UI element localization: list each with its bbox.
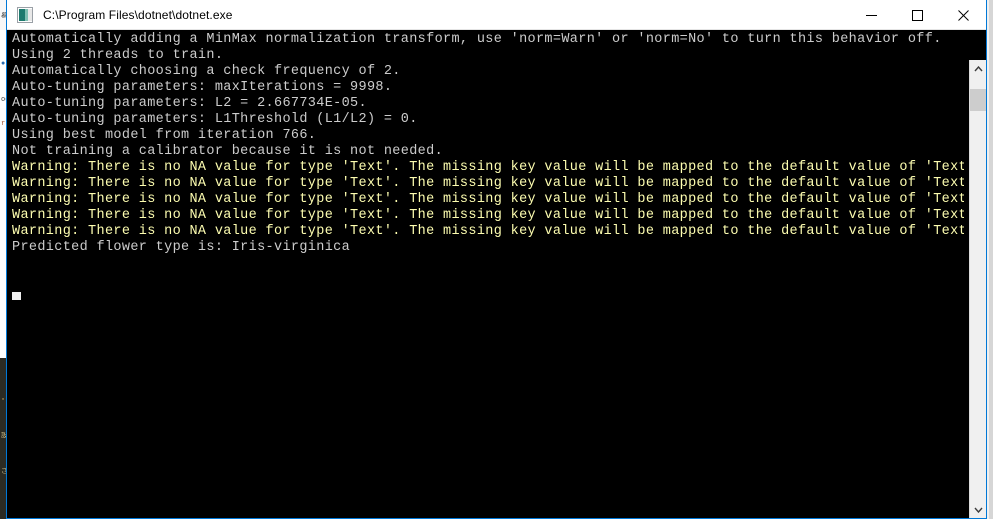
console-line: Using best model from iteration 766.	[12, 128, 317, 143]
title-bar[interactable]: C:\Program Files\dotnet\dotnet.exe	[7, 0, 986, 30]
close-button[interactable]	[940, 0, 986, 30]
console-line: Auto-tuning parameters: maxIterations = …	[12, 80, 393, 95]
maximize-button[interactable]	[894, 0, 940, 30]
maximize-icon	[911, 9, 923, 21]
scroll-thumb[interactable]	[970, 89, 986, 111]
scrollbar-track[interactable]	[970, 77, 986, 501]
close-icon	[957, 9, 969, 21]
console-line: Predicted flower type is: Iris-virginica	[12, 240, 351, 255]
console-line: Using 2 threads to train.	[12, 48, 224, 63]
console-line: Warning: There is no NA value for type '…	[12, 160, 964, 175]
console-line: Auto-tuning parameters: L1Threshold (L1/…	[12, 112, 418, 127]
desktop-background: 慕●ogr▫設さ ]›号▮==≡≡) C:\Program Files\dotn…	[0, 0, 993, 519]
console-line: Warning: There is no NA value for type '…	[12, 208, 964, 223]
app-icon-right-pane	[28, 8, 32, 21]
console-line: Automatically adding a MinMax normalizat…	[12, 32, 942, 47]
window-title: C:\Program Files\dotnet\dotnet.exe	[43, 7, 233, 22]
console-line: Warning: There is no NA value for type '…	[12, 224, 964, 239]
scroll-up-arrow[interactable]	[970, 60, 986, 77]
console-line: Warning: There is no NA value for type '…	[12, 192, 964, 207]
console-line: Not training a calibrator because it is …	[12, 144, 444, 159]
chevron-down-icon	[974, 507, 983, 513]
console-scrollbar[interactable]	[969, 60, 986, 518]
console-line: Automatically choosing a check frequency…	[12, 64, 401, 79]
scroll-down-arrow[interactable]	[970, 501, 986, 518]
console-line: Warning: There is no NA value for type '…	[12, 176, 964, 191]
minimize-button[interactable]	[848, 0, 894, 30]
console-output-area[interactable]: Automatically adding a MinMax normalizat…	[7, 30, 986, 518]
console-window[interactable]: C:\Program Files\dotnet\dotnet.exe Autom…	[6, 0, 987, 519]
window-controls	[848, 0, 986, 30]
chevron-up-icon	[974, 65, 983, 71]
console-line: Auto-tuning parameters: L2 = 2.667734E-0…	[12, 96, 367, 111]
console-cursor	[12, 292, 21, 300]
console-app-icon	[17, 6, 33, 23]
minimize-icon	[865, 14, 877, 16]
console-text-lines: Automatically adding a MinMax normalizat…	[12, 32, 964, 518]
